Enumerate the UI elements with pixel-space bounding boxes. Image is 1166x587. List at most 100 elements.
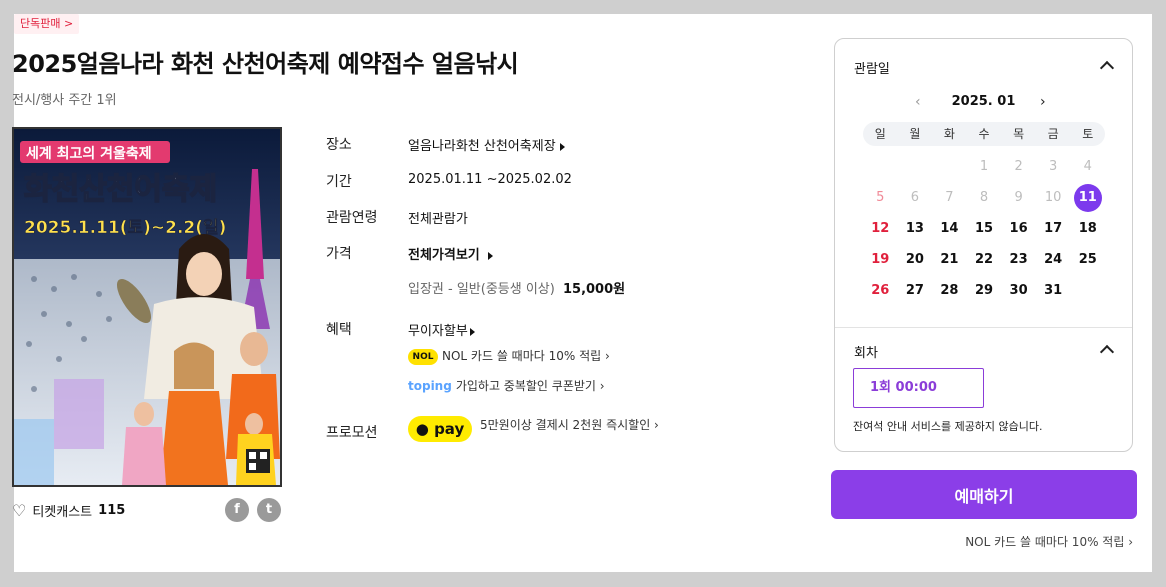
date-section-title: 관람일 bbox=[854, 62, 890, 77]
venue-value[interactable]: 얼음나라화천 산천어축제장 bbox=[408, 139, 556, 154]
calendar-day: 7 bbox=[945, 190, 954, 205]
calendar-day[interactable]: 20 bbox=[898, 244, 933, 275]
promo-label: 프로모션 bbox=[326, 425, 378, 441]
period-label: 기간 bbox=[326, 174, 352, 190]
selected-day-label[interactable]: 11 bbox=[1073, 184, 1102, 212]
calendar-day: 3 bbox=[1049, 159, 1058, 174]
calendar-month: 2025. 01 bbox=[951, 94, 1016, 109]
heart-icon[interactable]: ♡ bbox=[12, 501, 26, 520]
calendar-day[interactable]: 27 bbox=[898, 275, 933, 306]
calendar-day: 2 bbox=[1014, 159, 1023, 174]
price-amount: 15,000원 bbox=[562, 282, 626, 297]
session-section-title: 회차 bbox=[854, 346, 878, 361]
exclusive-badge[interactable]: 단독판매 > bbox=[14, 14, 80, 34]
nol-benefit-text[interactable]: NOL 카드 쓸 때마다 10% 적립 › bbox=[442, 349, 610, 363]
caret-right-icon bbox=[559, 142, 565, 151]
page-title: 2025얼음나라 화천 산천어축제 예약접수 얼음낚시 bbox=[12, 50, 519, 78]
calendar-day[interactable]: 26 bbox=[863, 275, 898, 306]
next-month-button[interactable]: › bbox=[1040, 94, 1046, 110]
poster-dates: 2025.1.11(토)~2.2(일) bbox=[24, 218, 226, 238]
chevron-up-icon[interactable] bbox=[1099, 344, 1115, 360]
calendar-day: 5 bbox=[876, 190, 885, 205]
calendar-day: 8 bbox=[979, 190, 989, 205]
prev-month-button[interactable]: ‹ bbox=[915, 94, 921, 110]
book-button[interactable]: 예매하기 bbox=[831, 470, 1137, 519]
like-row[interactable]: ♡ 티켓캐스트 115 bbox=[12, 501, 125, 520]
venue-link[interactable]: 얼음나라화천 산천어축제장 bbox=[408, 135, 565, 154]
weekday-label: 목 bbox=[1013, 127, 1025, 141]
calendar-day[interactable]: 17 bbox=[1036, 213, 1071, 244]
calendar-day[interactable]: 16 bbox=[1001, 213, 1036, 244]
weekday-label: 금 bbox=[1047, 127, 1059, 141]
calendar-day: 6 bbox=[910, 190, 919, 205]
calendar-day: 9 bbox=[1014, 190, 1023, 205]
weekday-label: 토 bbox=[1082, 127, 1094, 141]
product-page: 단독판매 > 2025얼음나라 화천 산천어축제 예약접수 얼음낚시 전시/행사… bbox=[12, 14, 1152, 572]
nol-card-promo-link[interactable]: NOL 카드 쓸 때마다 10% 적립 › bbox=[965, 533, 1133, 550]
calendar-week: 26 27 28 29 30 31 bbox=[863, 275, 1105, 306]
calendar-day[interactable]: 30 bbox=[1001, 275, 1036, 306]
kakaopay-logo-text: pay bbox=[434, 420, 465, 438]
calendar-day[interactable]: 13 bbox=[898, 213, 933, 244]
price-all-link[interactable]: 전체가격보기 bbox=[408, 244, 493, 263]
calendar-day[interactable]: 21 bbox=[932, 244, 967, 275]
promo-text[interactable]: 5만원이상 결제시 2천원 즉시할인 › bbox=[480, 418, 659, 432]
price-item: 입장권 - 일반(중등생 이상) bbox=[408, 282, 555, 297]
calendar-day[interactable]: 12 bbox=[863, 213, 898, 244]
facebook-share-icon[interactable]: f bbox=[225, 498, 249, 522]
calendar-week: 19 20 21 22 23 24 25 bbox=[863, 244, 1105, 275]
calendar-day[interactable]: 28 bbox=[932, 275, 967, 306]
calendar-day[interactable]: 29 bbox=[967, 275, 1002, 306]
calendar-week: 12 13 14 15 16 17 18 bbox=[863, 213, 1105, 244]
weekday-label: 일 bbox=[874, 127, 886, 141]
weekday-label: 수 bbox=[978, 127, 990, 141]
calendar-day[interactable]: 19 bbox=[863, 244, 898, 275]
chevron-up-icon[interactable] bbox=[1099, 60, 1115, 76]
calendar-day-selected[interactable]: 11 bbox=[1070, 182, 1105, 213]
poster-headline-top: 세계 최고의 겨울축제 bbox=[26, 145, 152, 162]
like-label: 티켓캐스트 bbox=[32, 505, 93, 520]
promo-link[interactable]: ● pay 5만원이상 결제시 2천원 즉시할인 › bbox=[408, 416, 659, 442]
calendar-day[interactable]: 22 bbox=[967, 244, 1002, 275]
calendar-grid: 1 2 3 4 5 6 7 8 9 10 11 12 13 14 15 16 1… bbox=[863, 151, 1105, 306]
twitter-share-icon[interactable]: t bbox=[257, 498, 281, 522]
calendar-day bbox=[898, 151, 933, 182]
weekday-label: 화 bbox=[943, 127, 955, 141]
calendar-day: 10 bbox=[1044, 190, 1062, 205]
caret-right-icon bbox=[487, 251, 493, 260]
toping-benefit-link[interactable]: toping 가입하고 중복할인 쿠폰받기 › bbox=[408, 377, 605, 394]
event-poster: 세계 최고의 겨울축제 화천산천어축제 2025.1.11(토)~2.2(일) bbox=[12, 127, 282, 487]
calendar-day[interactable]: 15 bbox=[967, 213, 1002, 244]
nol-logo: NOL bbox=[408, 348, 438, 365]
weekday-label: 월 bbox=[909, 127, 921, 141]
venue-label: 장소 bbox=[326, 137, 352, 153]
toping-benefit-text[interactable]: 가입하고 중복할인 쿠폰받기 › bbox=[456, 379, 605, 393]
installment-link[interactable]: 무이자할부 bbox=[408, 320, 475, 339]
price-all-text[interactable]: 전체가격보기 bbox=[408, 248, 480, 263]
period-value: 2025.01.11 ~2025.02.02 bbox=[408, 172, 572, 187]
age-value: 전체관람가 bbox=[408, 212, 468, 227]
nol-benefit-link[interactable]: NOL NOL 카드 쓸 때마다 10% 적립 › bbox=[408, 347, 610, 365]
calendar-week: 1 2 3 4 bbox=[863, 151, 1105, 182]
calendar-week: 5 6 7 8 9 10 11 bbox=[863, 182, 1105, 213]
weekday-header: 일 월 화 수 목 금 토 bbox=[863, 122, 1105, 146]
calendar-day[interactable]: 31 bbox=[1036, 275, 1071, 306]
calendar-day[interactable]: 14 bbox=[932, 213, 967, 244]
installment-text[interactable]: 무이자할부 bbox=[408, 324, 468, 339]
calendar-day[interactable]: 23 bbox=[1001, 244, 1036, 275]
price-label: 가격 bbox=[326, 246, 352, 262]
poster-headline-main: 화천산천어축제 bbox=[24, 172, 217, 207]
calendar-day[interactable]: 18 bbox=[1070, 213, 1105, 244]
calendar-day[interactable]: 24 bbox=[1036, 244, 1071, 275]
seat-notice: 잔여석 안내 서비스를 제공하지 않습니다. bbox=[853, 420, 1043, 433]
caret-right-icon bbox=[469, 327, 475, 336]
benefit-label: 혜택 bbox=[326, 322, 352, 338]
kakaopay-logo: ● pay bbox=[408, 416, 472, 442]
calendar-day bbox=[863, 151, 898, 182]
session-option-button[interactable]: 1회 00:00 bbox=[853, 368, 984, 408]
ranking-text: 전시/행사 주간 1위 bbox=[12, 93, 117, 108]
calendar-day: 1 bbox=[979, 159, 989, 174]
section-divider bbox=[835, 327, 1132, 328]
calendar-day[interactable]: 25 bbox=[1070, 244, 1105, 275]
calendar-day: 4 bbox=[1083, 159, 1092, 174]
